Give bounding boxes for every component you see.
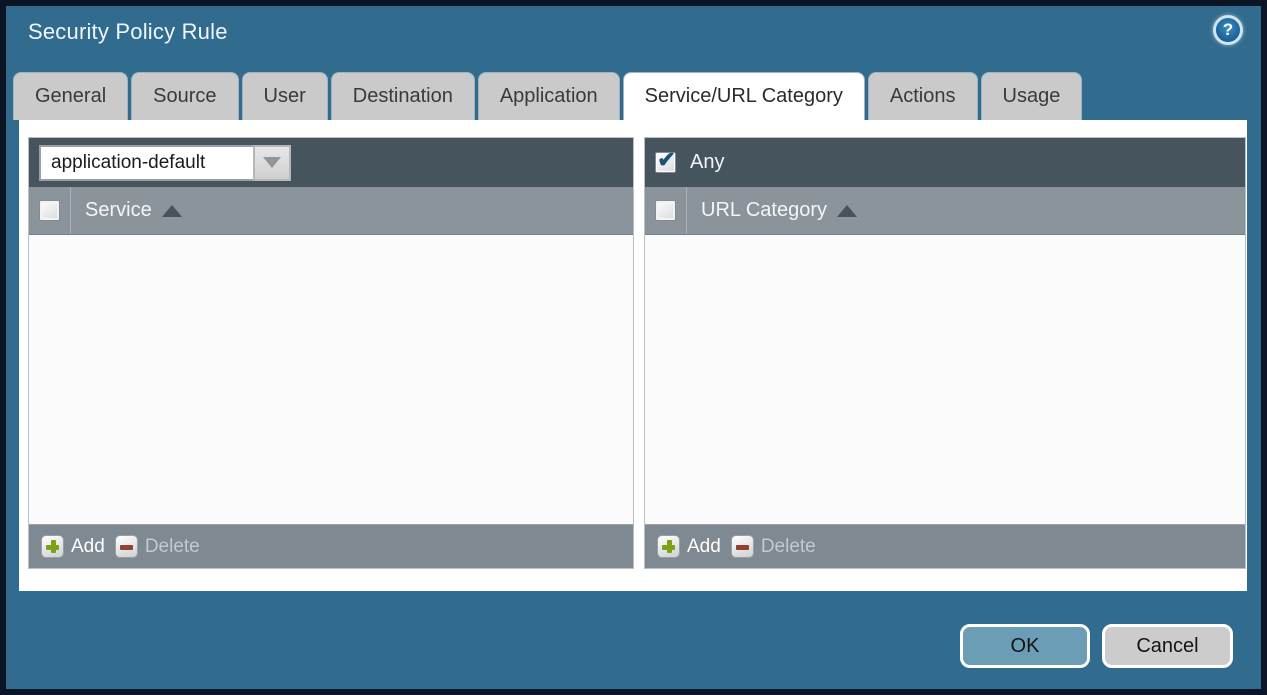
chevron-down-icon: [263, 157, 281, 168]
plus-icon: [657, 535, 680, 558]
tab-bar: GeneralSourceUserDestinationApplicationS…: [13, 66, 1254, 120]
tab-destination[interactable]: Destination: [331, 72, 475, 120]
plus-icon: [41, 535, 64, 558]
minus-icon: [731, 535, 754, 558]
url-category-select-all-checkbox[interactable]: [655, 200, 676, 221]
tab-service-url-category[interactable]: Service/URL Category: [623, 72, 865, 120]
dialog-title: Security Policy Rule: [28, 19, 228, 45]
url-category-delete-button[interactable]: Delete: [731, 535, 816, 558]
tab-user[interactable]: User: [242, 72, 328, 120]
url-category-column-header[interactable]: URL Category: [701, 199, 827, 222]
url-category-any-checkbox[interactable]: [655, 152, 676, 173]
ok-button[interactable]: OK: [960, 624, 1090, 668]
url-category-list[interactable]: [645, 234, 1245, 524]
url-category-any-label: Any: [690, 151, 724, 174]
service-column-header[interactable]: Service: [85, 199, 152, 222]
service-list[interactable]: [29, 234, 633, 524]
service-mode-select[interactable]: application-default: [39, 145, 291, 181]
url-category-add-button[interactable]: Add: [657, 535, 721, 558]
tab-usage[interactable]: Usage: [981, 72, 1083, 120]
service-toolbar: application-default: [29, 138, 633, 187]
service-delete-button[interactable]: Delete: [115, 535, 200, 558]
sort-asc-icon[interactable]: [162, 205, 182, 217]
cancel-button[interactable]: Cancel: [1102, 624, 1233, 668]
service-actions-bar: Add Delete: [29, 524, 633, 568]
service-table-header: Service: [29, 187, 633, 234]
title-bar: Security Policy Rule ?: [6, 6, 1261, 64]
tab-general[interactable]: General: [13, 72, 128, 120]
service-mode-select-arrow[interactable]: [253, 145, 291, 181]
service-mode-select-value[interactable]: application-default: [39, 145, 253, 181]
url-category-any-bar: Any: [645, 138, 1245, 187]
tab-actions[interactable]: Actions: [868, 72, 978, 120]
url-category-actions-bar: Add Delete: [645, 524, 1245, 568]
service-add-button[interactable]: Add: [41, 535, 105, 558]
minus-icon: [115, 535, 138, 558]
help-icon[interactable]: ?: [1213, 15, 1243, 45]
dialog-content: application-default Service: [19, 120, 1247, 591]
url-category-panel: Any URL Category Add Delete: [644, 137, 1246, 569]
sort-asc-icon[interactable]: [837, 205, 857, 217]
tab-application[interactable]: Application: [478, 72, 620, 120]
service-panel: application-default Service: [28, 137, 634, 569]
url-category-table-header: URL Category: [645, 187, 1245, 234]
tab-source[interactable]: Source: [131, 72, 238, 120]
service-select-all-checkbox[interactable]: [39, 200, 60, 221]
security-policy-rule-dialog: Security Policy Rule ? GeneralSourceUser…: [6, 6, 1261, 689]
